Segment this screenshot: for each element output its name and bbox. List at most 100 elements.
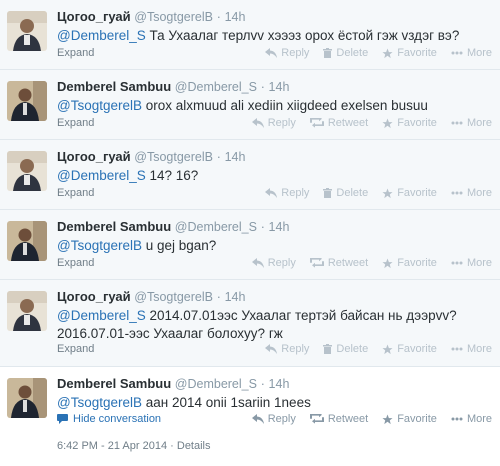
more-dots-icon [451, 191, 463, 195]
avatar-demberel[interactable] [7, 221, 47, 261]
tweet-username[interactable]: @TsogtgerelB [134, 10, 213, 24]
tweet-username[interactable]: @Demberel_S [175, 80, 257, 94]
more-label: More [466, 187, 492, 199]
tweet-body-line2: 2016.07.01-ээс Ухаалаг болохуу? гж [57, 326, 283, 341]
mention-link[interactable]: @TsogtgerelB [57, 395, 142, 410]
favorite-label: Favorite [397, 257, 437, 269]
expand-link[interactable]: Expand [57, 343, 94, 355]
separator-dot: · [260, 219, 265, 234]
reply-button[interactable]: Reply [265, 47, 309, 59]
retweet-button[interactable]: Retweet [309, 413, 368, 425]
retweet-button[interactable]: Retweet [309, 257, 369, 269]
reply-label: Reply [267, 117, 296, 129]
expand-link[interactable]: Expand [57, 47, 94, 59]
favorite-button[interactable]: Favorite [382, 117, 437, 129]
tweet-text: @TsogtgerelB аан 2014 onii 1sariin 1nees [57, 394, 487, 412]
mention-link[interactable]: @Demberel_S [57, 28, 146, 43]
hide-conversation-link[interactable]: Hide conversation [57, 413, 161, 425]
tweet-time[interactable]: 14h [225, 290, 246, 304]
reply-label: Reply [267, 413, 296, 425]
delete-button[interactable]: Delete [323, 47, 368, 59]
retweet-label: Retweet [327, 257, 369, 269]
mention-link[interactable]: @TsogtgerelB [57, 98, 142, 113]
reply-button[interactable]: Reply [251, 413, 296, 425]
expand-link[interactable]: Expand [57, 257, 94, 269]
favorite-button[interactable]: Favorite [382, 343, 437, 355]
tweet-3[interactable]: Цогоо_гуай @TsogtgerelB · 14h @Demberel_… [0, 140, 500, 210]
favorite-button[interactable]: Favorite [382, 187, 437, 199]
tweet-fullname[interactable]: Цогоо_гуай [57, 9, 131, 24]
tweet-5[interactable]: Цогоо_гуай @TsogtgerelB · 14h @Demberel_… [0, 280, 500, 367]
more-button[interactable]: More [451, 47, 492, 59]
avatar-demberel[interactable] [7, 378, 47, 418]
favorite-label: Favorite [397, 187, 437, 199]
tweet-header: Demberel Sambuu @Demberel_S · 14h [57, 219, 289, 234]
retweet-button[interactable]: Retweet [309, 117, 368, 129]
expand-link[interactable]: Expand [57, 187, 94, 199]
more-button[interactable]: More [451, 187, 492, 199]
delete-button[interactable]: Delete [323, 343, 368, 355]
tweet-username[interactable]: @TsogtgerelB [134, 290, 213, 304]
reply-button[interactable]: Reply [251, 117, 296, 129]
favorite-button[interactable]: Favorite [382, 413, 437, 425]
tweet-fullname[interactable]: Demberel Sambuu [57, 79, 171, 94]
tweet-username[interactable]: @TsogtgerelB [134, 150, 213, 164]
reply-icon [265, 48, 278, 58]
more-dots-icon [451, 347, 463, 351]
tweet-fullname[interactable]: Demberel Sambuu [57, 376, 171, 391]
tweet-actions: Reply Retweet Favorite More [238, 257, 492, 269]
tweet-timestamp[interactable]: 6:42 PM - 21 Apr 2014 [57, 440, 167, 452]
more-button[interactable]: More [451, 413, 492, 425]
mention-link[interactable]: @Demberel_S [57, 168, 146, 183]
tweet-time[interactable]: 14h [225, 150, 246, 164]
reply-button[interactable]: Reply [265, 343, 309, 355]
tweet-header: Demberel Sambuu @Demberel_S · 14h [57, 376, 289, 391]
tweet-time[interactable]: 14h [269, 220, 290, 234]
tweet-text: @Demberel_S 14? 16? [57, 167, 487, 185]
more-button[interactable]: More [451, 343, 492, 355]
tweet-fullname[interactable]: Цогоо_гуай [57, 289, 131, 304]
tweet-1[interactable]: Цогоо_гуай @TsogtgerelB · 14h @Demberel_… [0, 0, 500, 70]
avatar-demberel[interactable] [7, 81, 47, 121]
expand-link[interactable]: Expand [57, 117, 94, 129]
more-button[interactable]: More [451, 257, 492, 269]
favorite-label: Favorite [397, 343, 437, 355]
tweet-4[interactable]: Demberel Sambuu @Demberel_S · 14h @Tsogt… [0, 210, 500, 280]
tweet-actions: Reply Retweet Favorite More [238, 413, 492, 425]
mention-link[interactable]: @Demberel_S [57, 308, 146, 323]
favorite-button[interactable]: Favorite [382, 47, 437, 59]
reply-label: Reply [281, 187, 310, 199]
tweet-time[interactable]: 14h [269, 377, 290, 391]
delete-label: Delete [336, 187, 369, 199]
reply-button[interactable]: Reply [265, 187, 309, 199]
avatar-tsogtgerel[interactable] [7, 151, 47, 191]
details-link[interactable]: Details [177, 440, 211, 452]
tweet-time[interactable]: 14h [269, 80, 290, 94]
reply-button[interactable]: Reply [251, 257, 296, 269]
tweet-fullname[interactable]: Demberel Sambuu [57, 219, 171, 234]
separator-dot: · [216, 9, 221, 24]
tweet-header: Цогоо_гуай @TsogtgerelB · 14h [57, 289, 245, 304]
reply-icon [251, 118, 264, 128]
avatar-tsogtgerel[interactable] [7, 11, 47, 51]
tweet-header: Цогоо_гуай @TsogtgerelB · 14h [57, 9, 245, 24]
tweet-username[interactable]: @Demberel_S [175, 220, 257, 234]
delete-button[interactable]: Delete [323, 187, 368, 199]
avatar-tsogtgerel[interactable] [7, 291, 47, 331]
tweet-body: аан 2014 onii 1sariin 1nees [142, 395, 311, 410]
tweet-fullname[interactable]: Цогоо_гуай [57, 149, 131, 164]
separator-dot: · [260, 376, 265, 391]
mention-link[interactable]: @TsogtgerelB [57, 238, 142, 253]
tweet-username[interactable]: @Demberel_S [175, 377, 257, 391]
tweet-header: Demberel Sambuu @Demberel_S · 14h [57, 79, 289, 94]
favorite-button[interactable]: Favorite [382, 257, 437, 269]
separator-dot: · [260, 79, 265, 94]
tweet-time[interactable]: 14h [225, 10, 246, 24]
tweet-2[interactable]: Demberel Sambuu @Demberel_S · 14h @Tsogt… [0, 70, 500, 140]
more-label: More [466, 117, 492, 129]
tweet-body: Та Ухаалаг терлvv хэээз орох ёстой гэж v… [145, 28, 460, 43]
tweet-6-focused[interactable]: Demberel Sambuu @Demberel_S · 14h @Tsogt… [0, 367, 500, 466]
delete-label: Delete [336, 47, 369, 59]
retweet-icon [309, 118, 324, 128]
more-button[interactable]: More [451, 117, 492, 129]
